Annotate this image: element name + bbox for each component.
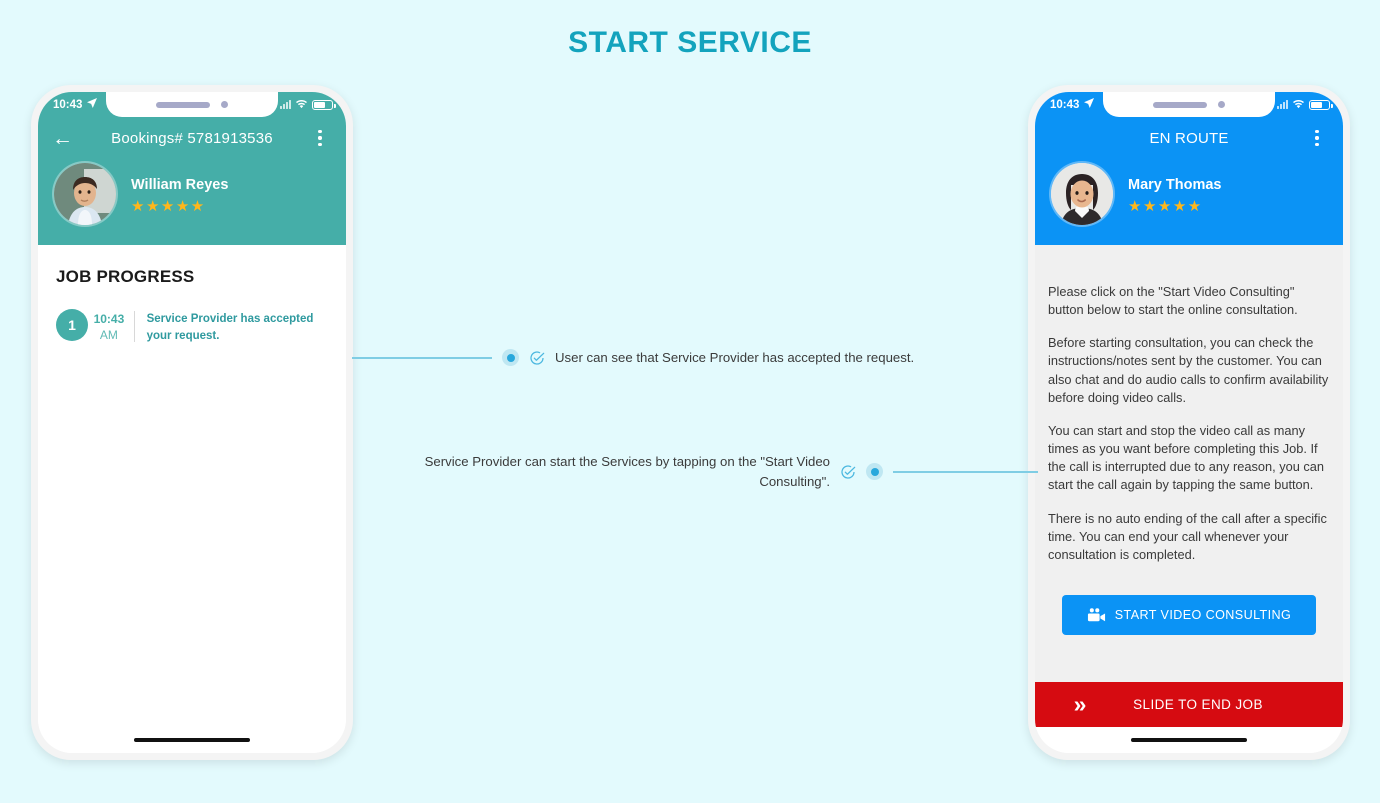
right-user-meta: Mary Thomas ★★★★★	[1128, 175, 1221, 214]
phone-notch	[106, 92, 278, 117]
check-circle-icon	[529, 350, 545, 366]
slide-bar-label: SLIDE TO END JOB	[1133, 697, 1263, 712]
notch-camera-icon	[221, 101, 228, 108]
avatar	[54, 163, 116, 225]
video-camera-icon	[1087, 608, 1106, 622]
step-time-meridiem: AM	[99, 328, 118, 343]
page-root: START SERVICE 10:43 ← Bookings# 57819135…	[0, 0, 1380, 803]
signal-bars-icon	[1277, 100, 1288, 109]
right-phone-mockup: 10:43 EN ROUTE Mary Thomas ★★★★★ Please …	[1028, 85, 1350, 760]
avatar	[1051, 163, 1113, 225]
right-phone-body: Please click on the "Start Video Consult…	[1035, 245, 1343, 727]
kebab-menu-icon[interactable]	[308, 129, 332, 147]
notch-speaker-icon	[156, 101, 210, 108]
user-name: Mary Thomas	[1128, 176, 1222, 193]
left-user-row: William Reyes ★★★★★	[38, 159, 346, 231]
instruction-notes: Please click on the "Start Video Consult…	[1035, 245, 1343, 579]
note-paragraph: There is no auto ending of the call afte…	[1048, 510, 1327, 562]
callout-text: Service Provider can start the Services …	[424, 454, 830, 489]
battery-icon	[312, 99, 336, 110]
left-user-meta: William Reyes ★★★★★	[131, 175, 228, 214]
double-chevron-right-icon: »	[1073, 691, 1087, 717]
right-header-row: EN ROUTE	[1035, 117, 1343, 159]
start-video-consulting-button[interactable]: START VIDEO CONSULTING	[1062, 595, 1316, 636]
right-user-row: Mary Thomas ★★★★★	[1035, 159, 1343, 231]
left-phone-mockup: 10:43 ← Bookings# 5781913536 William Rey…	[31, 85, 353, 760]
left-header-title: Bookings# 5781913536	[111, 129, 273, 147]
notch-camera-icon	[1218, 101, 1225, 108]
step-timestamp: 10:43 AM	[88, 309, 130, 343]
progress-step-item: 1 10:43 AM Service Provider has accepted…	[56, 309, 328, 344]
right-header-title: EN ROUTE	[1149, 129, 1229, 147]
job-progress-title: JOB PROGRESS	[56, 267, 195, 286]
callout-leader-line	[352, 356, 492, 359]
status-time: 10:43	[1050, 98, 1080, 111]
note-paragraph: Before starting consultation, you can ch…	[1048, 335, 1329, 405]
step-time-value: 10:43	[93, 312, 125, 326]
cta-label: START VIDEO CONSULTING	[1114, 608, 1292, 623]
left-header-row: ← Bookings# 5781913536	[38, 117, 346, 159]
callout-leader-line	[893, 470, 1038, 473]
left-home-indicator-area	[38, 727, 346, 753]
slide-to-end-job-bar[interactable]: » SLIDE TO END JOB	[1035, 682, 1343, 727]
user-name: William Reyes	[131, 176, 229, 193]
page-title: START SERVICE	[568, 26, 812, 59]
rating-stars: ★★★★★	[131, 197, 206, 215]
status-time: 10:43	[53, 98, 83, 111]
note-paragraph: Please click on the "Start Video Consult…	[1048, 284, 1298, 318]
left-phone-body: JOB PROGRESS 1 10:43 AM Service Provider…	[38, 245, 346, 727]
callout-annotation-2: Service Provider can start the Services …	[382, 452, 1038, 492]
check-circle-icon	[840, 464, 856, 480]
back-arrow-icon[interactable]: ←	[52, 128, 76, 149]
callout-dot	[502, 349, 519, 367]
cta-area: START VIDEO CONSULTING	[1035, 579, 1343, 636]
step-number-badge: 1	[56, 309, 88, 341]
note-paragraph: You can start and stop the video call as…	[1048, 422, 1325, 493]
step-divider	[133, 311, 135, 343]
home-indicator[interactable]	[134, 737, 250, 743]
home-indicator[interactable]	[1131, 737, 1247, 743]
callout-dot	[866, 463, 883, 481]
location-arrow-icon	[86, 97, 98, 112]
phone-notch	[1103, 92, 1275, 117]
wifi-icon	[295, 98, 308, 112]
battery-icon	[1309, 99, 1333, 110]
location-arrow-icon	[1083, 97, 1095, 112]
left-phone-screen: 10:43 ← Bookings# 5781913536 William Rey…	[38, 92, 346, 753]
rating-stars: ★★★★★	[1128, 197, 1203, 215]
right-phone-screen: 10:43 EN ROUTE Mary Thomas ★★★★★ Please …	[1035, 92, 1343, 753]
wifi-icon	[1292, 98, 1305, 112]
callout-text: User can see that Service Provider has a…	[555, 350, 915, 365]
step-description: Service Provider has accepted your reque…	[146, 313, 314, 342]
notch-speaker-icon	[1153, 101, 1207, 108]
kebab-menu-icon[interactable]	[1305, 129, 1329, 147]
callout-annotation-1: User can see that Service Provider has a…	[352, 348, 914, 368]
right-home-indicator-area	[1035, 727, 1343, 753]
signal-bars-icon	[280, 100, 291, 109]
